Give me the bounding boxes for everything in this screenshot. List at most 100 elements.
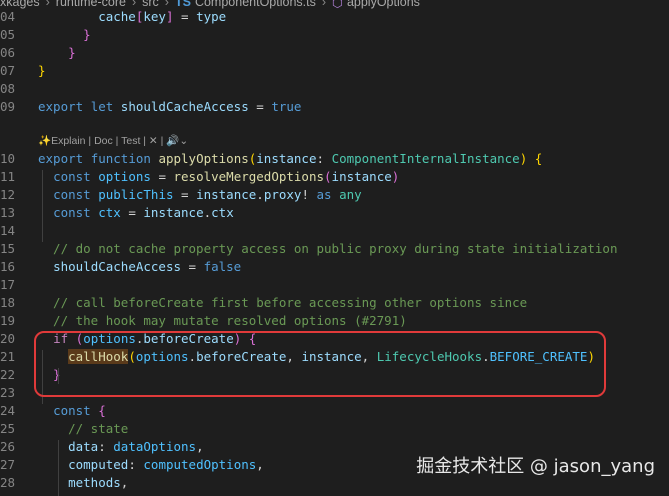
- line-number[interactable]: 09: [0, 98, 15, 116]
- code-text: shouldCacheAccess = false: [38, 258, 241, 276]
- line-number[interactable]: 15: [0, 240, 15, 258]
- code-token: export: [38, 99, 84, 114]
- codelens-actions[interactable]: ✨Explain | Doc | Test | ✕ | 🔊⌄: [38, 134, 188, 150]
- code-token: const: [53, 205, 91, 220]
- line-number[interactable]: 06: [0, 44, 15, 62]
- code-text: computed: computedOptions,: [38, 456, 264, 474]
- code-line[interactable]: 08: [0, 80, 669, 98]
- indent-guide: [42, 170, 43, 242]
- line-number[interactable]: 25: [0, 420, 15, 438]
- code-token: function: [90, 151, 151, 166]
- code-token: applyOptions: [158, 151, 249, 166]
- line-number[interactable]: 22: [0, 366, 15, 384]
- code-line[interactable]: 25 // state: [0, 420, 669, 438]
- code-line[interactable]: 24 const {: [0, 402, 669, 420]
- line-number[interactable]: 24: [0, 402, 15, 420]
- code-line[interactable]: 07}: [0, 62, 669, 80]
- code-text: }: [38, 62, 46, 80]
- code-line[interactable]: 06 }: [0, 44, 669, 62]
- code-token: :: [316, 151, 332, 166]
- code-text: const ctx = instance.ctx: [38, 204, 234, 222]
- code-token: ctx: [211, 205, 234, 220]
- line-number[interactable]: 16: [0, 258, 15, 276]
- code-text: methods,: [38, 474, 128, 492]
- line-number[interactable]: 27: [0, 456, 15, 474]
- code-token: options: [98, 169, 151, 184]
- line-number[interactable]: 13: [0, 204, 15, 222]
- line-number[interactable]: 08: [0, 80, 15, 98]
- line-number[interactable]: 20: [0, 330, 15, 348]
- line-number[interactable]: 23: [0, 384, 15, 402]
- code-token: // do not cache property access on publi…: [38, 241, 618, 256]
- code-token: :: [98, 439, 114, 454]
- code-text: data: dataOptions,: [38, 438, 204, 456]
- line-number[interactable]: 05: [0, 26, 15, 44]
- code-text: export function applyOptions(instance: C…: [38, 150, 542, 168]
- line-number[interactable]: 14: [0, 222, 15, 240]
- code-token: true: [271, 99, 302, 114]
- code-line[interactable]: 18 // call beforeCreate first before acc…: [0, 294, 669, 312]
- code-token: {: [98, 403, 106, 418]
- line-number[interactable]: 12: [0, 186, 15, 204]
- code-text: cache[key] = type: [38, 8, 226, 26]
- code-line[interactable]: 19 // the hook may mutate resolved optio…: [0, 312, 669, 330]
- code-line[interactable]: 14: [0, 222, 669, 240]
- code-token: =: [173, 187, 197, 202]
- line-number[interactable]: 10: [0, 150, 15, 168]
- line-number[interactable]: 18: [0, 294, 15, 312]
- code-token: type: [196, 9, 227, 24]
- code-token: }: [38, 63, 46, 78]
- code-line[interactable]: 12 const publicThis = instance.proxy! as…: [0, 186, 669, 204]
- code-token: key: [143, 9, 166, 24]
- code-line[interactable]: 05 }: [0, 26, 669, 44]
- code-token: !: [301, 187, 317, 202]
- code-line[interactable]: 13 const ctx = instance.ctx: [0, 204, 669, 222]
- code-editor[interactable]: 04 cache[key] = type 05 } 06 } 07} 08 09 expor…: [0, 8, 669, 496]
- code-line[interactable]: 10 export function applyOptions(instance:…: [0, 150, 669, 168]
- line-number[interactable]: 04: [0, 8, 15, 26]
- code-token: as: [316, 187, 332, 202]
- code-text: export let shouldCacheAccess = true: [38, 98, 301, 116]
- code-token: instance: [331, 169, 392, 184]
- code-token: shouldCacheAccess: [120, 99, 249, 114]
- code-token: let: [90, 99, 114, 114]
- line-number[interactable]: 17: [0, 276, 15, 294]
- code-line[interactable]: 09 export let shouldCacheAccess = true: [0, 98, 669, 116]
- code-token: shouldCacheAccess: [53, 259, 181, 274]
- code-token: // state: [38, 421, 129, 436]
- code-token: }: [38, 27, 91, 42]
- code-line[interactable]: 11 const options = resolveMergedOptions(…: [0, 168, 669, 186]
- line-number[interactable]: 19: [0, 312, 15, 330]
- code-line[interactable]: 04 cache[key] = type: [0, 8, 669, 26]
- line-number[interactable]: 26: [0, 438, 15, 456]
- code-token: ,: [256, 457, 264, 472]
- code-token: instance: [196, 187, 257, 202]
- line-number[interactable]: 07: [0, 62, 15, 80]
- code-text: const publicThis = instance.proxy! as an…: [38, 186, 362, 204]
- red-highlight-annotation: [34, 331, 606, 397]
- code-token: instance: [143, 205, 204, 220]
- code-token: dataOptions: [113, 439, 197, 454]
- code-token: any: [339, 187, 362, 202]
- code-token: resolveMergedOptions: [173, 169, 325, 184]
- line-number[interactable]: 28: [0, 474, 15, 492]
- code-line[interactable]: 16 shouldCacheAccess = false: [0, 258, 669, 276]
- line-number[interactable]: 11: [0, 168, 15, 186]
- code-token: ComponentInternalInstance: [331, 151, 520, 166]
- code-token: ctx: [98, 205, 121, 220]
- code-line[interactable]: 15 // do not cache property access on pu…: [0, 240, 669, 258]
- code-token: // the hook may mutate resolved options …: [38, 313, 407, 328]
- code-line[interactable]: 17: [0, 276, 669, 294]
- code-token: .: [203, 205, 212, 220]
- code-token: ,: [120, 475, 129, 490]
- code-token: }: [38, 45, 76, 60]
- code-token: const: [53, 403, 91, 418]
- code-token: methods: [68, 475, 121, 490]
- code-token: =: [248, 99, 272, 114]
- line-number[interactable]: 21: [0, 348, 15, 366]
- code-text: // the hook may mutate resolved options …: [38, 312, 407, 330]
